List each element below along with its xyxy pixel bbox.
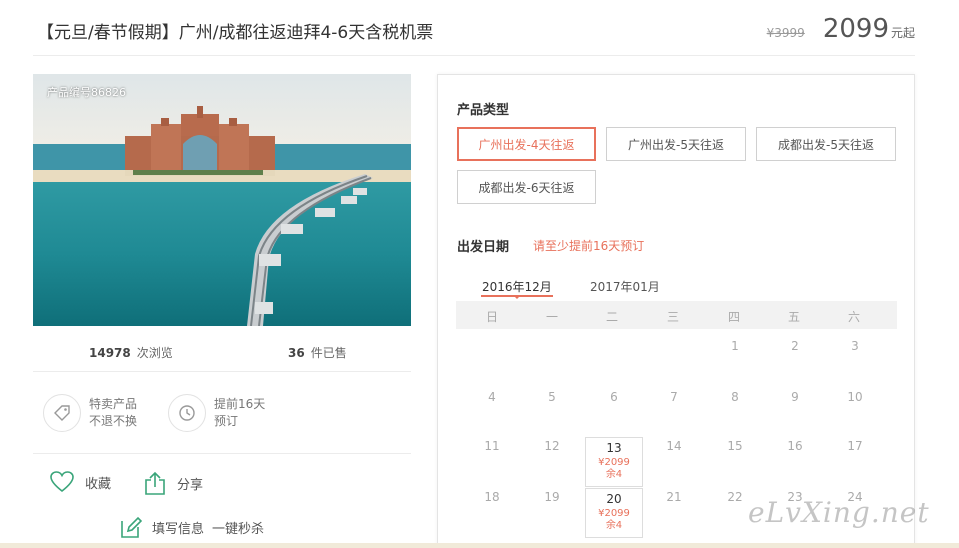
weekday-wed: 三 <box>666 310 679 324</box>
month-tab-caret <box>513 295 521 299</box>
day-remaining: 余4 <box>605 469 623 480</box>
calendar-day: 4 <box>488 390 496 404</box>
bottom-strip <box>0 543 959 548</box>
flash-sale-label: 一键秒杀 <box>212 521 265 537</box>
calendar-day: 1 <box>731 339 739 353</box>
product-photo: 产品编号86826 <box>33 74 411 326</box>
advance-notice: 请至少提前16天预订 <box>533 239 645 253</box>
calendar-day: 12 <box>544 439 560 453</box>
weekday-fri: 五 <box>787 310 800 324</box>
option-gz-4day[interactable]: 广州出发-4天往返 <box>457 127 596 161</box>
weekday-header: 日 一 二 三 四 五 六 <box>456 301 897 329</box>
day-number: 20 <box>606 492 622 506</box>
feature-special-sale: 特卖产品 不退不换 <box>43 394 137 432</box>
share-icon <box>145 471 165 495</box>
calendar-day: 9 <box>791 390 799 404</box>
share-button[interactable]: 分享 <box>143 470 203 496</box>
tab-month-dec[interactable]: 2016年12月 <box>482 278 552 295</box>
calendar-day: 17 <box>847 439 863 453</box>
favorite-label: 收藏 <box>85 476 112 492</box>
day-number: 13 <box>606 441 622 455</box>
feature-line2: 不退不换 <box>89 414 138 428</box>
option-cd-6day[interactable]: 成都出发-6天往返 <box>457 170 596 204</box>
booking-panel: 产品类型 广州出发-4天往返 广州出发-5天往返 成都出发-5天往返 成都出发-… <box>437 74 915 548</box>
day-remaining: 余4 <box>605 520 623 531</box>
feature-line1: 特卖产品 <box>89 397 138 411</box>
product-features: 特卖产品 不退不换 提前16天 预订 <box>33 372 411 454</box>
calendar-day: 6 <box>610 390 618 404</box>
tag-icon <box>43 394 81 432</box>
calendar-day: 2 <box>791 339 799 353</box>
calendar-day: 10 <box>847 390 863 404</box>
option-gz-5day[interactable]: 广州出发-5天往返 <box>606 127 746 161</box>
day-price: ¥2099 <box>598 457 630 468</box>
product-title: 【元旦/春节假期】广州/成都往返迪拜4-6天含税机票 <box>37 23 434 43</box>
clock-icon <box>168 394 206 432</box>
calendar-day: 7 <box>670 390 678 404</box>
view-count-label: 次浏览 <box>136 346 173 360</box>
view-count: 14978 次浏览 <box>89 344 173 361</box>
weekday-tue: 二 <box>605 310 618 324</box>
header-divider <box>33 55 915 56</box>
calendar-day: 8 <box>731 390 739 404</box>
feature-line1: 提前16天 <box>214 397 266 411</box>
calendar-day-available[interactable]: 13 ¥2099 余4 <box>585 437 643 487</box>
tab-month-jan[interactable]: 2017年01月 <box>590 278 660 295</box>
calendar-day: 18 <box>484 490 500 504</box>
weekday-sun: 日 <box>485 310 498 324</box>
view-count-value: 14978 <box>89 346 131 360</box>
calendar-day: 19 <box>544 490 560 504</box>
calendar-day-available[interactable]: 20 ¥2099 余4 <box>585 488 643 538</box>
price-block: ¥3999 2099 元起 <box>767 14 915 44</box>
fill-info-button[interactable]: 填写信息 一键秒杀 <box>118 515 264 539</box>
atlantis-hotel-illustration <box>33 74 411 326</box>
departure-date-label: 出发日期 <box>457 240 510 255</box>
calendar-day: 14 <box>666 439 682 453</box>
product-stats: 14978 次浏览 36 件已售 <box>33 336 411 372</box>
sold-count-value: 36 <box>288 346 305 360</box>
site-watermark: eLvXing.net <box>748 496 930 529</box>
current-price: 2099 <box>822 14 889 44</box>
sold-count-label: 件已售 <box>310 346 347 360</box>
product-type-label: 产品类型 <box>457 103 510 118</box>
feature-advance-booking: 提前16天 预订 <box>168 394 265 432</box>
calendar-day: 16 <box>787 439 803 453</box>
feature-line2: 预订 <box>214 414 239 428</box>
calendar-day: 15 <box>727 439 743 453</box>
original-price: ¥3999 <box>766 26 805 40</box>
day-price: ¥2099 <box>598 508 630 519</box>
weekday-sat: 六 <box>847 310 860 324</box>
calendar-day: 11 <box>484 439 500 453</box>
heart-icon <box>50 471 74 493</box>
calendar-day: 21 <box>666 490 682 504</box>
calendar-day: 3 <box>851 339 859 353</box>
calendar-day: 5 <box>548 390 556 404</box>
option-cd-5day[interactable]: 成都出发-5天往返 <box>756 127 896 161</box>
share-label: 分享 <box>177 477 204 493</box>
fill-info-label: 填写信息 <box>152 521 205 537</box>
product-actions: 收藏 分享 <box>33 460 411 510</box>
price-unit: 元起 <box>890 26 915 40</box>
product-number: 产品编号86826 <box>47 86 126 99</box>
weekday-thu: 四 <box>727 310 740 324</box>
favorite-button[interactable]: 收藏 <box>49 470 111 494</box>
edit-icon <box>121 516 142 538</box>
sold-count: 36 件已售 <box>288 344 347 361</box>
weekday-mon: 一 <box>545 310 558 324</box>
